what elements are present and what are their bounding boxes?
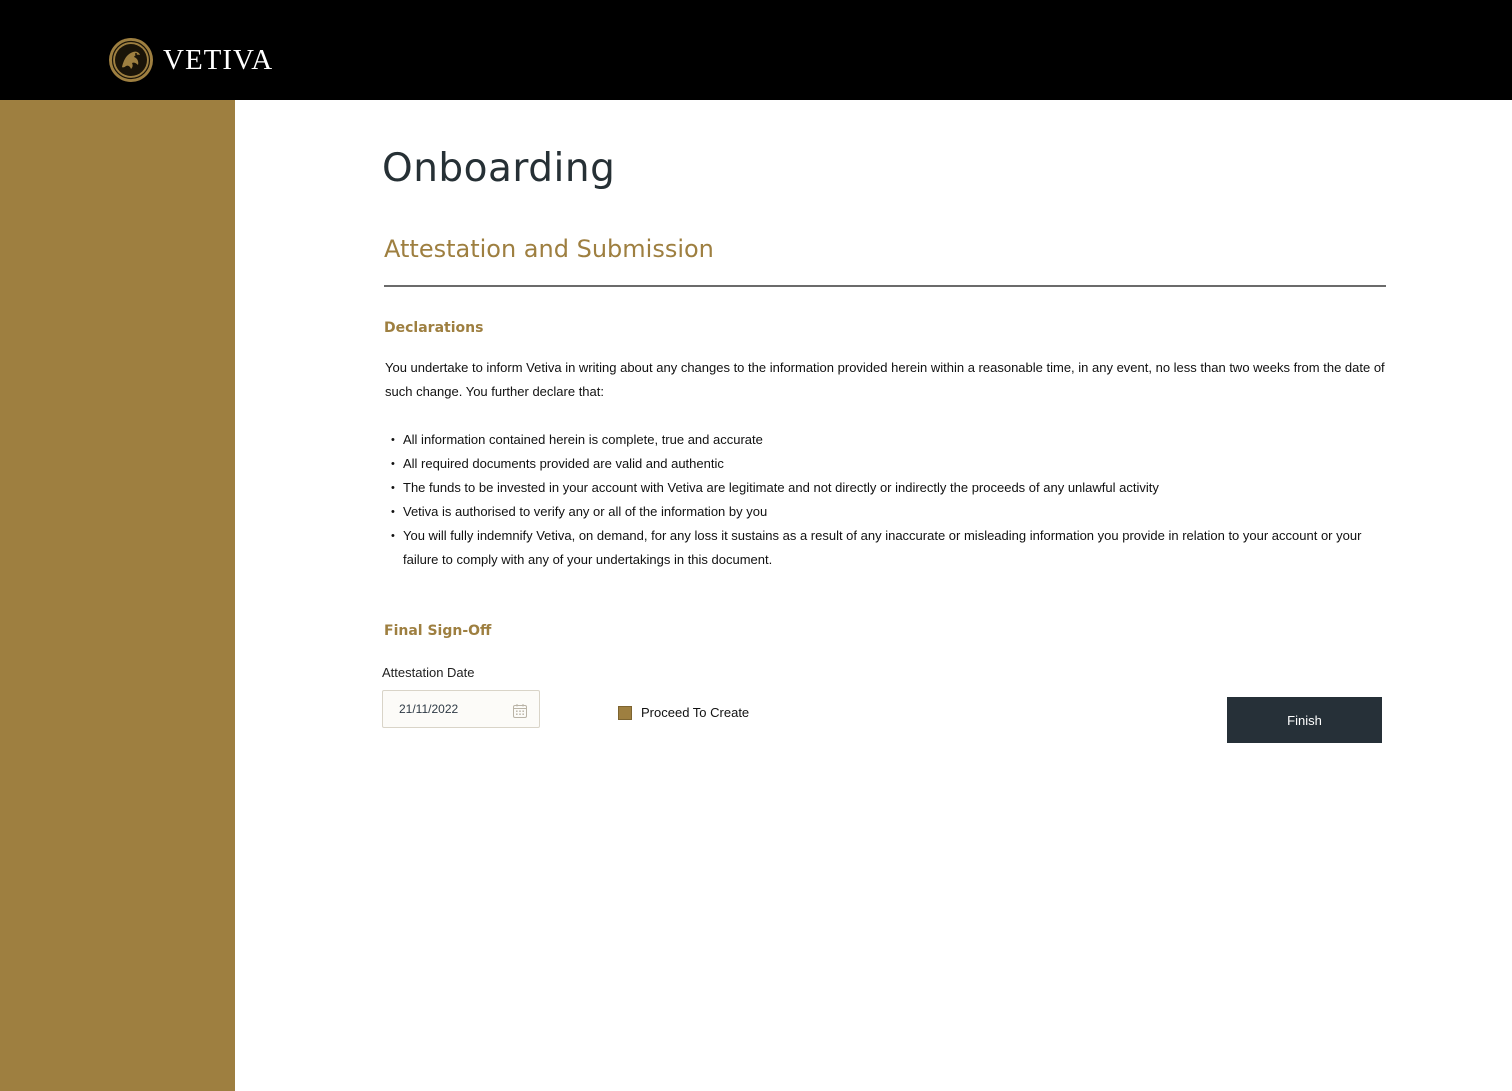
proceed-to-create-checkbox[interactable] bbox=[618, 705, 632, 720]
section-title: Attestation and Submission bbox=[384, 235, 714, 263]
brand-name: VETIVA bbox=[163, 44, 274, 76]
attestation-date-label: Attestation Date bbox=[382, 665, 475, 680]
vetiva-emblem-icon bbox=[109, 38, 153, 82]
declaration-item: You will fully indemnify Vetiva, on dema… bbox=[385, 524, 1390, 572]
brand-logo[interactable]: VETIVA bbox=[108, 37, 273, 83]
attestation-date-input[interactable]: 21/11/2022 bbox=[382, 690, 540, 728]
proceed-to-create-label[interactable]: Proceed To Create bbox=[641, 705, 749, 720]
sidebar bbox=[0, 100, 235, 1091]
top-header: VETIVA bbox=[0, 0, 1512, 100]
declarations-intro: You undertake to inform Vetiva in writin… bbox=[385, 360, 1385, 399]
declarations-list: All information contained herein is comp… bbox=[385, 428, 1390, 572]
declarations-heading: Declarations bbox=[384, 320, 484, 336]
calendar-icon[interactable] bbox=[512, 703, 528, 719]
proceed-to-create-option[interactable]: Proceed To Create bbox=[618, 705, 749, 720]
section-divider bbox=[384, 285, 1386, 287]
declaration-item: All information contained herein is comp… bbox=[385, 428, 1390, 452]
main-content: Onboarding Attestation and Submission De… bbox=[235, 100, 1512, 1091]
attestation-date-value: 21/11/2022 bbox=[399, 702, 459, 716]
declaration-item: All required documents provided are vali… bbox=[385, 452, 1390, 476]
declaration-item: The funds to be invested in your account… bbox=[385, 476, 1390, 500]
page-title: Onboarding bbox=[382, 146, 616, 191]
declaration-item: Vetiva is authorised to verify any or al… bbox=[385, 500, 1390, 524]
signoff-heading: Final Sign-Off bbox=[384, 623, 492, 639]
finish-button[interactable]: Finish bbox=[1227, 697, 1382, 743]
